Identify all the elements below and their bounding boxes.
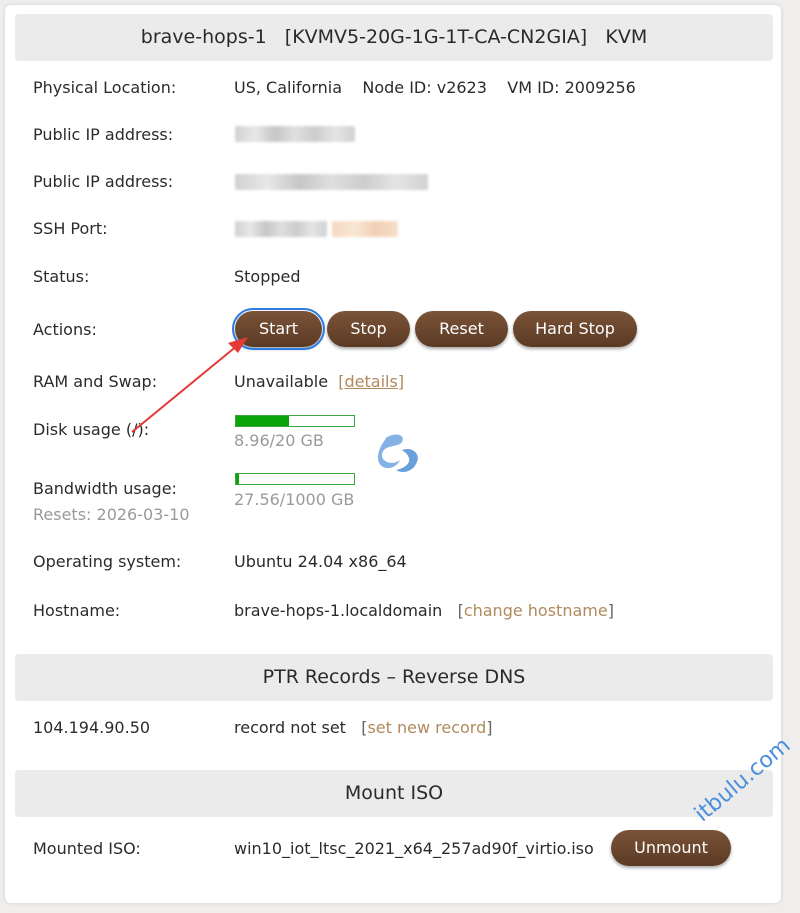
hostname-row: brave-hops-1.localdomain [change hostnam… [234,601,614,620]
ram-value-row: Unavailable [details] [234,372,404,391]
ram-bracket-close: ] [397,372,405,391]
location-text: US, California [234,78,343,97]
hostname-bracket-close: ] [607,601,614,620]
bandwidth-label: Bandwidth usage: [33,479,177,498]
ipv6-value-redacted [235,174,428,190]
ptr-header: PTR Records – Reverse DNS [15,654,773,701]
ssh-label: SSH Port: [33,219,108,238]
ipv4-label: Public IP address: [33,125,174,144]
iso-header: Mount ISO [15,770,773,817]
location-value: US, California Node ID: v2623 VM ID: 200… [234,78,636,97]
ptr-value: record not set [234,718,346,737]
logo-swirl-icon [378,434,418,472]
bandwidth-usage-fill [236,474,240,484]
iso-value: win10_iot_ltsc_2021_x64_257ad90f_virtio.… [234,839,594,858]
bandwidth-resets: Resets: 2026-03-10 [33,505,190,524]
server-plan: [KVMV5-20G-1G-1T-CA-CN2GIA] [284,26,588,48]
ram-value: Unavailable [234,372,329,391]
bandwidth-value: 27.56/1000 GB [234,490,355,509]
ram-details-link[interactable]: details [345,372,398,391]
ptr-bracket-close: ] [486,718,493,737]
unmount-button[interactable]: Unmount [611,830,731,866]
actions-label: Actions: [33,320,97,339]
status-label: Status: [33,267,90,286]
ptr-ip: 104.194.90.50 [33,718,151,737]
server-type: KVM [605,26,648,48]
bandwidth-usage-bar [235,473,355,485]
disk-value: 8.96/20 GB [234,431,324,450]
os-value: Ubuntu 24.04 x86_64 [234,552,407,571]
server-header: brave-hops-1 [KVMV5-20G-1G-1T-CA-CN2GIA]… [15,14,773,61]
ssh-value-redacted [235,221,327,237]
server-name: brave-hops-1 [140,26,267,48]
hostname-value: brave-hops-1.localdomain [234,601,443,620]
hard-stop-button[interactable]: Hard Stop [513,311,637,347]
ssh-link-redacted [332,221,398,237]
stop-button[interactable]: Stop [327,311,410,347]
node-id: Node ID: v2623 [362,78,487,97]
iso-label: Mounted ISO: [33,839,141,858]
change-hostname-link[interactable]: change hostname [464,601,608,620]
os-label: Operating system: [33,552,182,571]
hostname-label: Hostname: [33,601,121,620]
reset-button[interactable]: Reset [415,311,508,347]
vm-id: VM ID: 2009256 [507,78,636,97]
location-label: Physical Location: [33,78,177,97]
ipv4-value-redacted [235,126,355,142]
ipv6-label: Public IP address: [33,172,174,191]
disk-usage-bar [235,415,355,427]
status-value: Stopped [234,267,301,286]
start-button[interactable]: Start [232,308,325,350]
disk-label: Disk usage (/): [33,420,150,439]
disk-usage-fill [236,416,289,426]
ram-label: RAM and Swap: [33,372,158,391]
ptr-row: record not set [set new record] [234,718,493,737]
set-new-record-link[interactable]: set new record [367,718,486,737]
